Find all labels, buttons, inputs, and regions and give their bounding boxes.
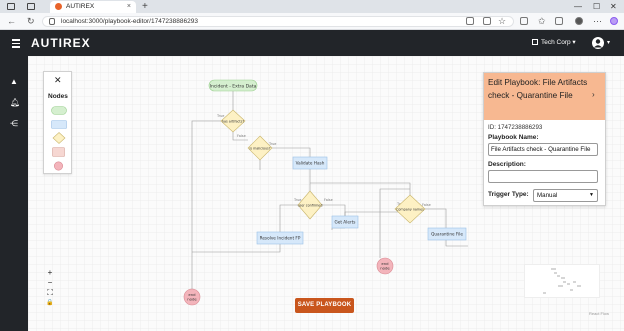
react-flow-attribution[interactable]: React Flow — [589, 311, 609, 316]
decision-label-is-malicious: is malicious? — [249, 147, 270, 151]
palette-close-icon[interactable]: ✕ — [54, 75, 62, 86]
palette-decision-node[interactable] — [51, 132, 67, 144]
palette-action-node[interactable] — [51, 120, 67, 129]
fit-view-button[interactable]: ⛶ — [44, 288, 56, 298]
edge-label-d4-false: False — [422, 203, 431, 207]
playbook-id: ID: 1747238886293 — [488, 124, 543, 131]
start-node-label: Incident - Extra Data — [210, 84, 257, 90]
palette-title: Nodes — [48, 93, 68, 100]
zoom-controls: + − ⛶ 🔒 — [44, 268, 56, 308]
minimap-preview — [543, 268, 581, 294]
edge-d3-resolve — [279, 204, 298, 232]
collapse-chevron-icon[interactable]: › — [592, 90, 595, 100]
palette-start-node[interactable] — [51, 106, 67, 115]
edge-quarantine-out — [445, 240, 468, 247]
edge-d4-quarantine — [425, 208, 447, 228]
palette-process-node[interactable] — [51, 147, 67, 157]
action-label-quarantine-file: Quarantine File — [431, 232, 463, 237]
zoom-out-button[interactable]: − — [44, 278, 56, 288]
decision-label-company-names: Company names — [396, 208, 424, 212]
description-input[interactable] — [488, 170, 598, 183]
edit-playbook-panel: Edit Playbook: File Artifacts check - Qu… — [483, 72, 606, 206]
decision-label-has-artifacts: has artifacts? — [222, 120, 244, 124]
edge-label-d1-true: True — [216, 114, 224, 118]
minimap[interactable] — [524, 264, 600, 298]
trigger-type-select[interactable]: Manual ▼ — [533, 189, 598, 202]
edge-resolve-end — [192, 244, 281, 253]
edge-alerts-d4 — [344, 211, 398, 216]
edge-label-d3-true: True — [293, 198, 301, 202]
panel-title: Edit Playbook: File Artifacts check - Qu… — [488, 78, 588, 100]
trigger-type-value: Manual — [537, 192, 558, 199]
select-chevron-down-icon: ▼ — [589, 192, 594, 198]
edge-label-d1-false: False — [237, 134, 246, 138]
edge-d3-alerts — [322, 204, 346, 216]
description-label: Description: — [488, 161, 526, 168]
edge-label-d3-false: False — [324, 198, 333, 202]
nodes-palette: ✕ Nodes — [43, 71, 72, 174]
trigger-type-label: Trigger Type: — [488, 191, 529, 198]
action-label-get-alerts: Get Alerts — [335, 220, 356, 225]
lock-toggle-button[interactable]: 🔒 — [44, 298, 56, 308]
edge-d2-validate — [272, 147, 311, 157]
playbook-name-input[interactable] — [488, 143, 598, 156]
action-label-resolve-incident: Resolve Incident FP — [260, 236, 301, 241]
edge-d1-false — [191, 120, 221, 289]
playbook-name-label: Playbook Name: — [488, 134, 539, 141]
decision-label-user-confirmed: user confirmed — [298, 204, 323, 208]
palette-end-node[interactable] — [51, 161, 67, 171]
save-playbook-button[interactable]: SAVE PLAYBOOK — [295, 298, 354, 313]
zoom-in-button[interactable]: + — [44, 268, 56, 278]
edge-alerts-back — [331, 227, 345, 230]
action-label-validate-hash: Validate Hash — [296, 161, 325, 166]
panel-header: Edit Playbook: File Artifacts check - Qu… — [484, 73, 605, 120]
